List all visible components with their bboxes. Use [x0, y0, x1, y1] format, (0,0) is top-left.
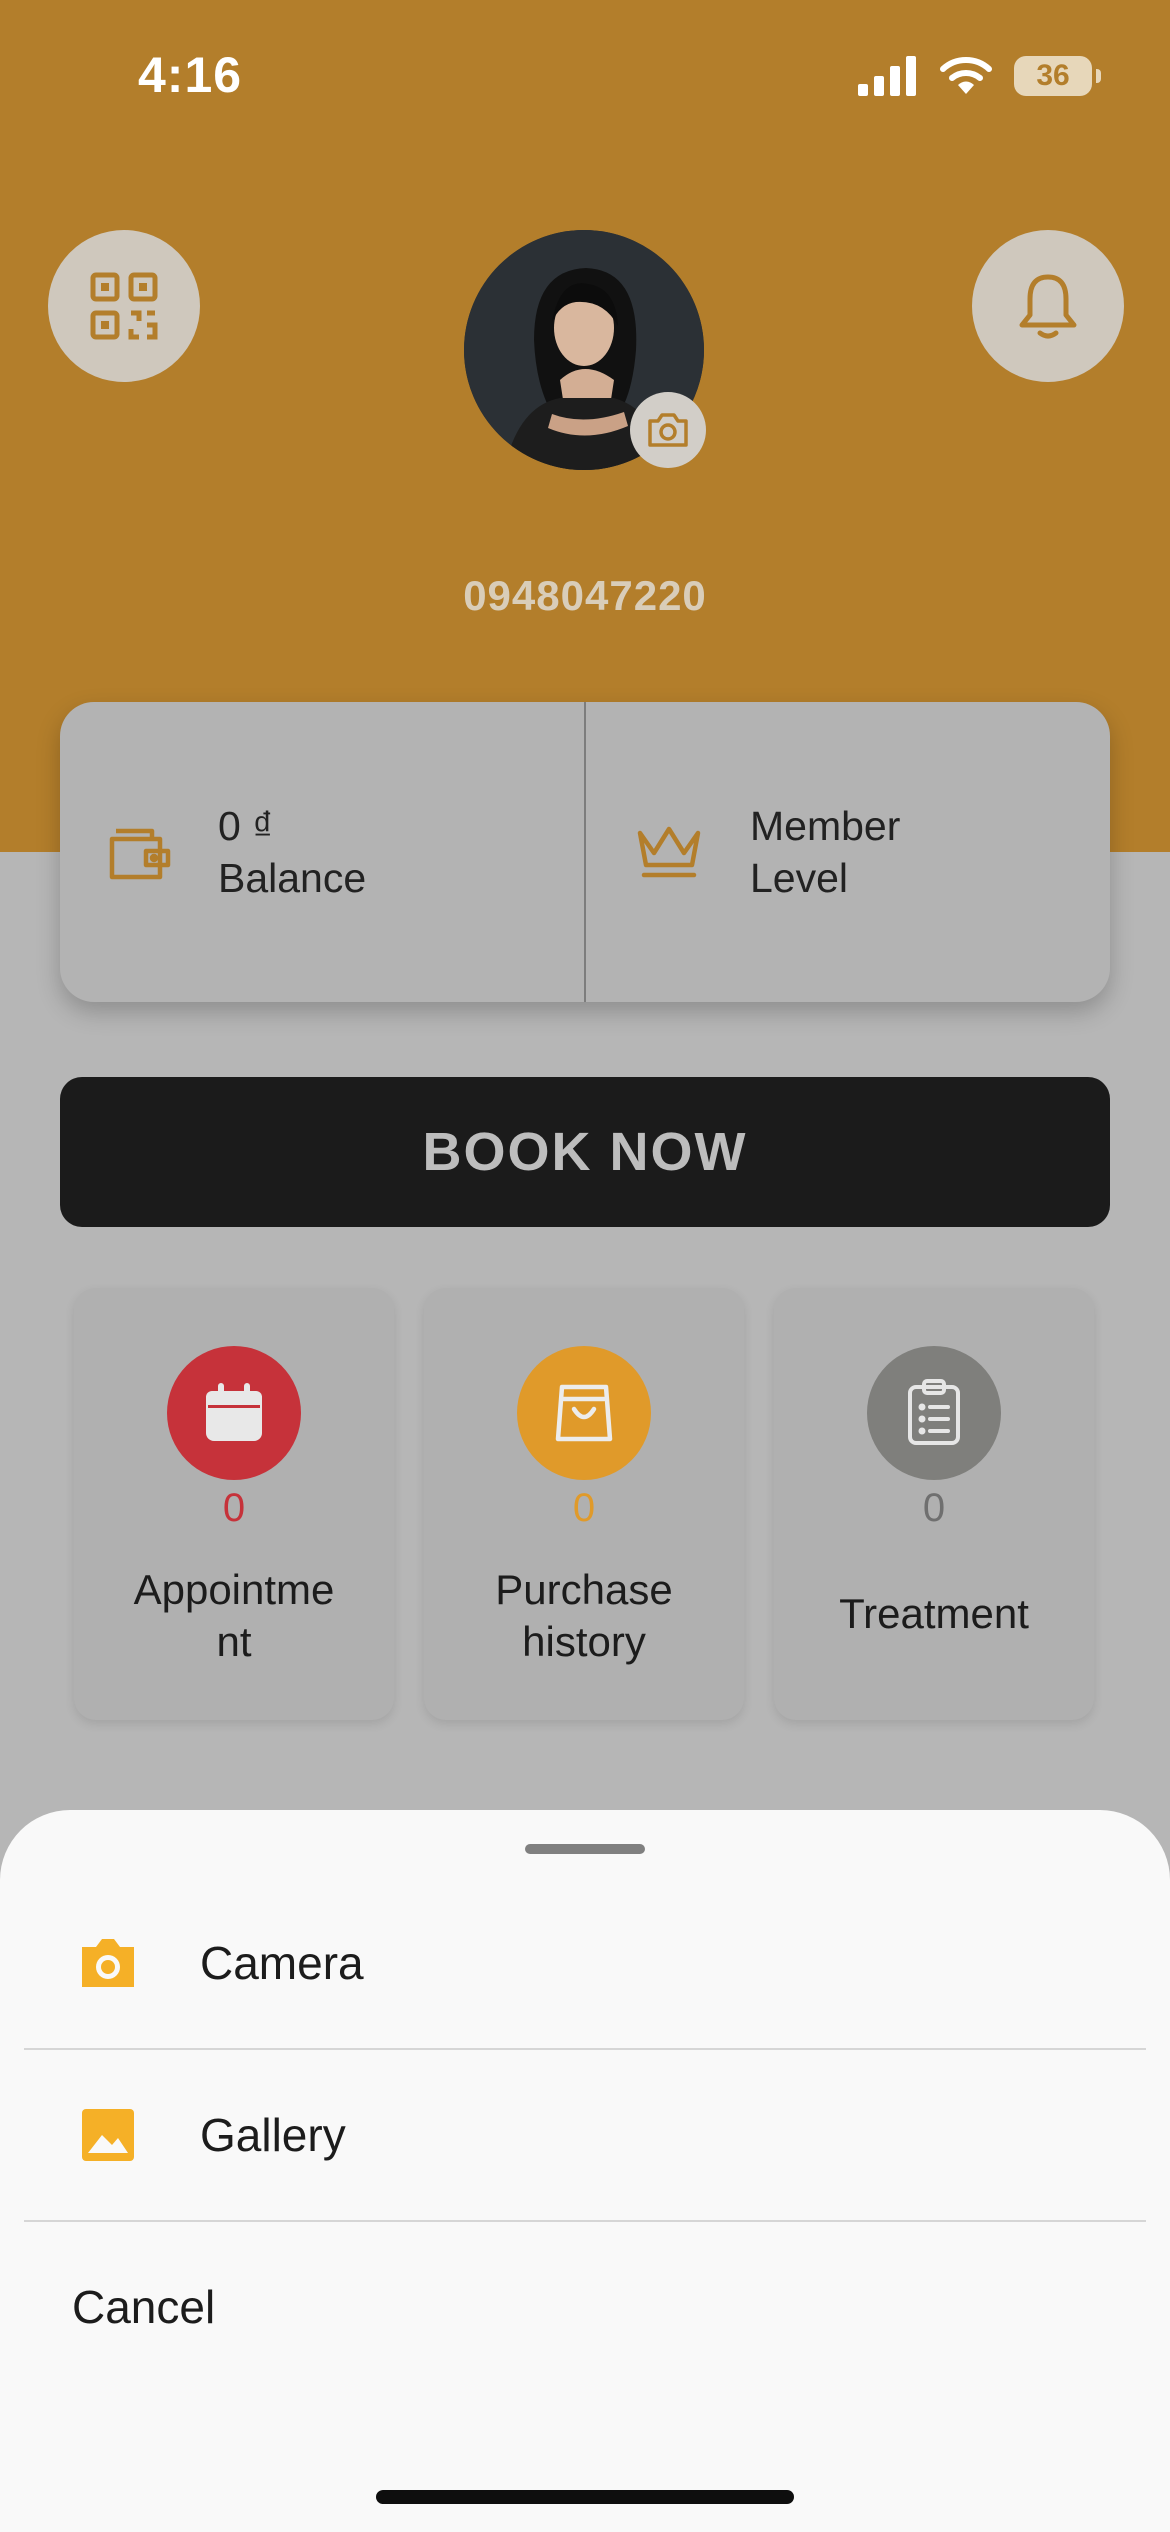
book-now-button[interactable]: BOOK NOW: [60, 1077, 1110, 1227]
appointment-label-line1: Appointme: [133, 1566, 335, 1613]
appointment-icon-circle: [167, 1346, 301, 1480]
balance-label: Balance: [218, 855, 367, 901]
camera-icon: [82, 1939, 134, 1987]
change-photo-button[interactable]: [630, 392, 706, 468]
purchase-count: 0: [572, 1486, 596, 1530]
shopping-bag-icon: [555, 1384, 613, 1442]
photo-action-sheet: Camera Gallery Cancel: [0, 1810, 1170, 2532]
battery-icon: 36: [1014, 56, 1101, 96]
qr-code-icon: [90, 272, 158, 340]
status-bar: 4:16 36: [0, 0, 1170, 150]
home-indicator: [376, 2490, 794, 2504]
gallery-option[interactable]: Gallery: [24, 2050, 1146, 2222]
crown-icon: [637, 826, 701, 878]
signal-icon: [858, 56, 916, 96]
treatment-icon-circle: [867, 1346, 1001, 1480]
profile-avatar[interactable]: [464, 230, 706, 470]
treatment-count: 0: [922, 1486, 946, 1530]
sheet-handle[interactable]: [525, 1844, 645, 1854]
clipboard-list-icon: [908, 1379, 960, 1445]
cancel-option-label: Cancel: [72, 2281, 216, 2333]
wifi-icon: [940, 57, 992, 94]
camera-icon: [648, 413, 688, 447]
member-level-line2: Level: [750, 855, 849, 901]
phone-number: 0948047220: [463, 572, 707, 619]
purchase-icon-circle: [517, 1346, 651, 1480]
appointment-label: Appointme nt: [84, 1564, 384, 1668]
cancel-option[interactable]: Cancel: [24, 2222, 1146, 2392]
calendar-icon: [206, 1383, 262, 1441]
appointment-label-line2: nt: [216, 1618, 252, 1665]
appointment-count: 0: [222, 1486, 246, 1530]
status-icons: 36: [858, 56, 1101, 96]
camera-option-label: Camera: [200, 1937, 364, 1989]
appointment-tile[interactable]: 0 Appointme nt: [74, 1288, 394, 1720]
purchase-label-line1: Purchase: [495, 1566, 673, 1613]
camera-option[interactable]: Camera: [24, 1878, 1146, 2050]
purchase-label-line2: history: [522, 1618, 646, 1665]
battery-level: 36: [1036, 59, 1070, 92]
gallery-option-label: Gallery: [200, 2109, 346, 2161]
notifications-button[interactable]: [972, 230, 1124, 382]
member-level-stat[interactable]: Member Level: [584, 702, 1110, 1002]
qr-code-button[interactable]: [48, 230, 200, 382]
wallet-icon: [109, 828, 171, 880]
status-time: 4:16: [138, 47, 243, 103]
stats-card: 0 ₫ Balance Member Level: [60, 702, 1110, 1002]
treatment-label: Treatment: [839, 1590, 1029, 1637]
image-icon: [82, 2109, 134, 2161]
treatment-tile[interactable]: 0 Treatment: [774, 1288, 1094, 1720]
purchase-label: Purchase history: [434, 1564, 734, 1668]
balance-stat[interactable]: 0 ₫ Balance: [60, 702, 584, 1002]
balance-value: 0 ₫: [218, 803, 274, 849]
purchase-history-tile[interactable]: 0 Purchase history: [424, 1288, 744, 1720]
member-level-line1: Member: [750, 803, 901, 849]
bell-icon: [1019, 274, 1077, 339]
